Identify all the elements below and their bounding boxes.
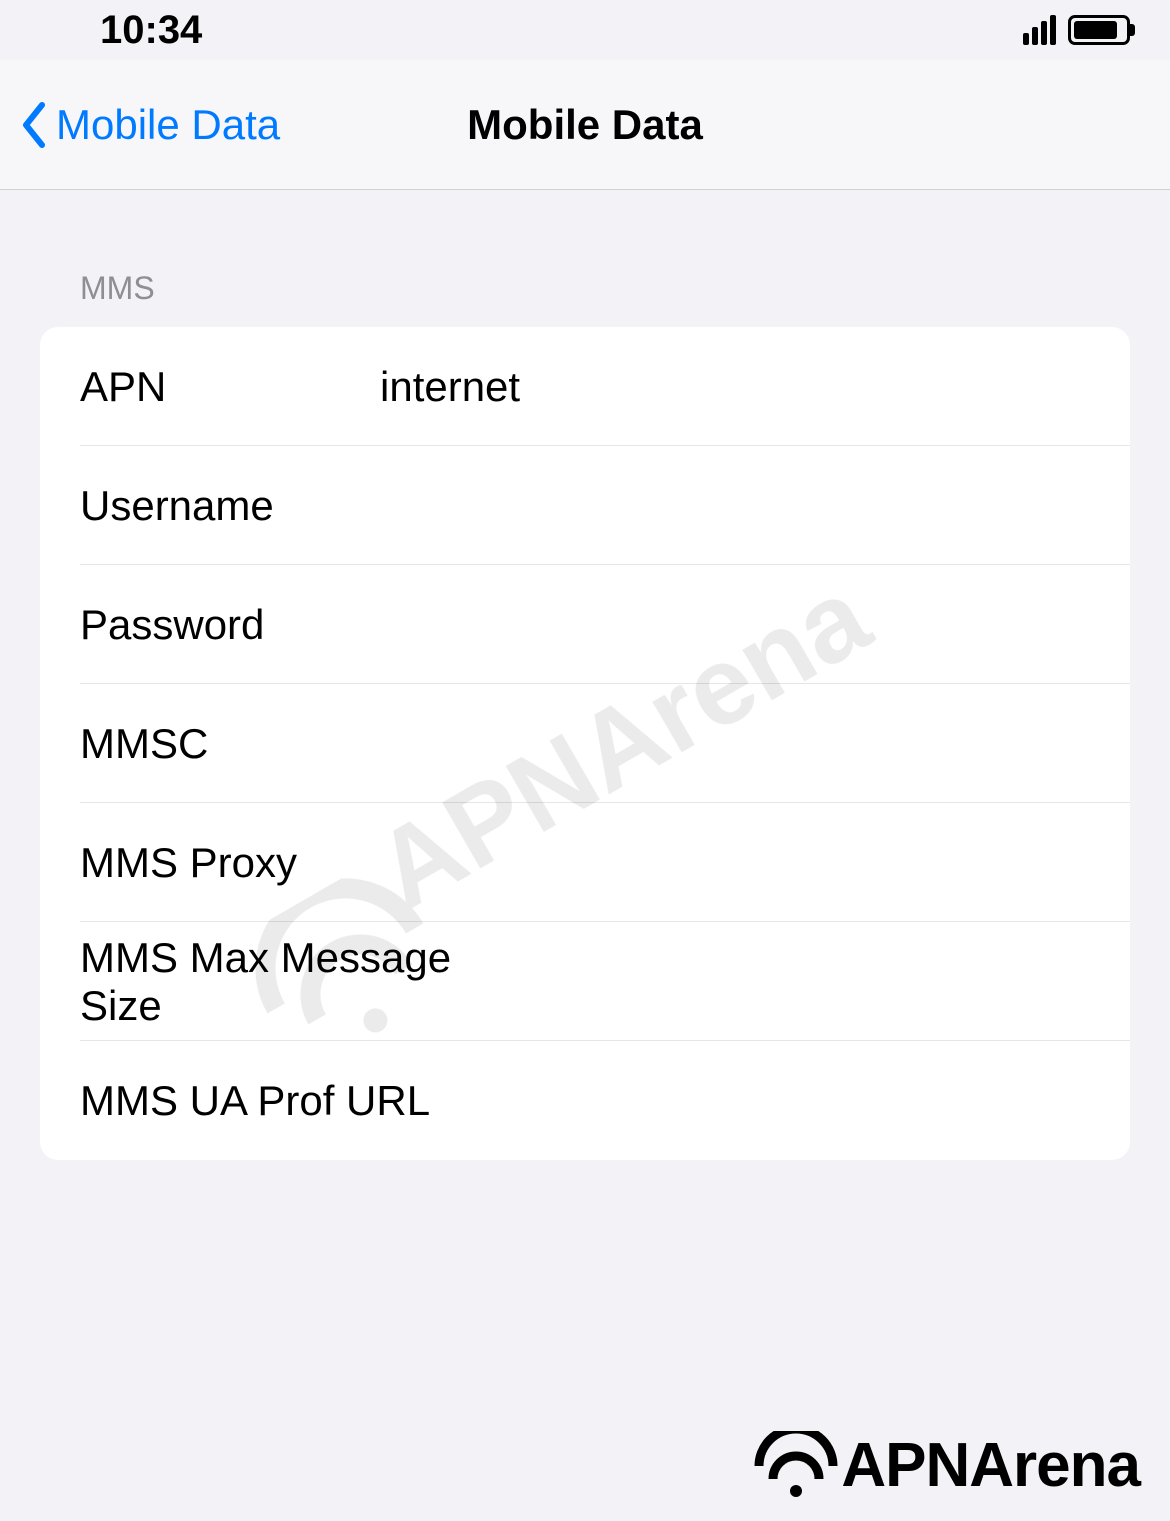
back-label: Mobile Data bbox=[56, 101, 280, 149]
wifi-icon bbox=[751, 1431, 841, 1501]
mms-proxy-input[interactable] bbox=[297, 839, 1090, 887]
apn-label: APN bbox=[80, 363, 320, 411]
username-row[interactable]: Username bbox=[40, 446, 1130, 565]
back-button[interactable]: Mobile Data bbox=[0, 101, 280, 149]
section-header-mms: MMS bbox=[40, 190, 1130, 327]
mmsc-row[interactable]: MMSC bbox=[40, 684, 1130, 803]
battery-icon bbox=[1068, 15, 1130, 45]
mms-ua-prof-input[interactable] bbox=[430, 1077, 1090, 1125]
username-input[interactable] bbox=[320, 482, 1090, 530]
username-label: Username bbox=[80, 482, 320, 530]
password-row[interactable]: Password bbox=[40, 565, 1130, 684]
mms-max-size-input[interactable] bbox=[489, 958, 1090, 1006]
chevron-left-icon bbox=[20, 101, 48, 149]
mms-proxy-label: MMS Proxy bbox=[80, 839, 297, 887]
password-input[interactable] bbox=[320, 601, 1090, 649]
apn-row[interactable]: APN bbox=[40, 327, 1130, 446]
mms-max-size-row[interactable]: MMS Max Message Size bbox=[40, 922, 1130, 1041]
mms-settings-group: APN Username Password MMSC MMS Proxy MMS… bbox=[40, 327, 1130, 1160]
status-bar: 10:34 bbox=[0, 0, 1170, 60]
navigation-bar: Mobile Data Mobile Data bbox=[0, 60, 1170, 190]
mmsc-input[interactable] bbox=[320, 720, 1090, 768]
page-title: Mobile Data bbox=[467, 101, 703, 149]
status-icons bbox=[1023, 15, 1130, 45]
apn-input[interactable] bbox=[320, 363, 1090, 411]
mms-ua-prof-row[interactable]: MMS UA Prof URL bbox=[40, 1041, 1130, 1160]
mms-ua-prof-label: MMS UA Prof URL bbox=[80, 1077, 430, 1125]
status-time: 10:34 bbox=[100, 8, 202, 53]
mmsc-label: MMSC bbox=[80, 720, 320, 768]
password-label: Password bbox=[80, 601, 320, 649]
mms-proxy-row[interactable]: MMS Proxy bbox=[40, 803, 1130, 922]
mms-max-size-label: MMS Max Message Size bbox=[80, 934, 489, 1030]
content-area: MMS APN Username Password MMSC MMS Proxy bbox=[0, 190, 1170, 1160]
cellular-signal-icon bbox=[1023, 15, 1056, 45]
brand-text: APNArena bbox=[841, 1430, 1140, 1501]
brand-logo: APNArena bbox=[751, 1430, 1140, 1501]
